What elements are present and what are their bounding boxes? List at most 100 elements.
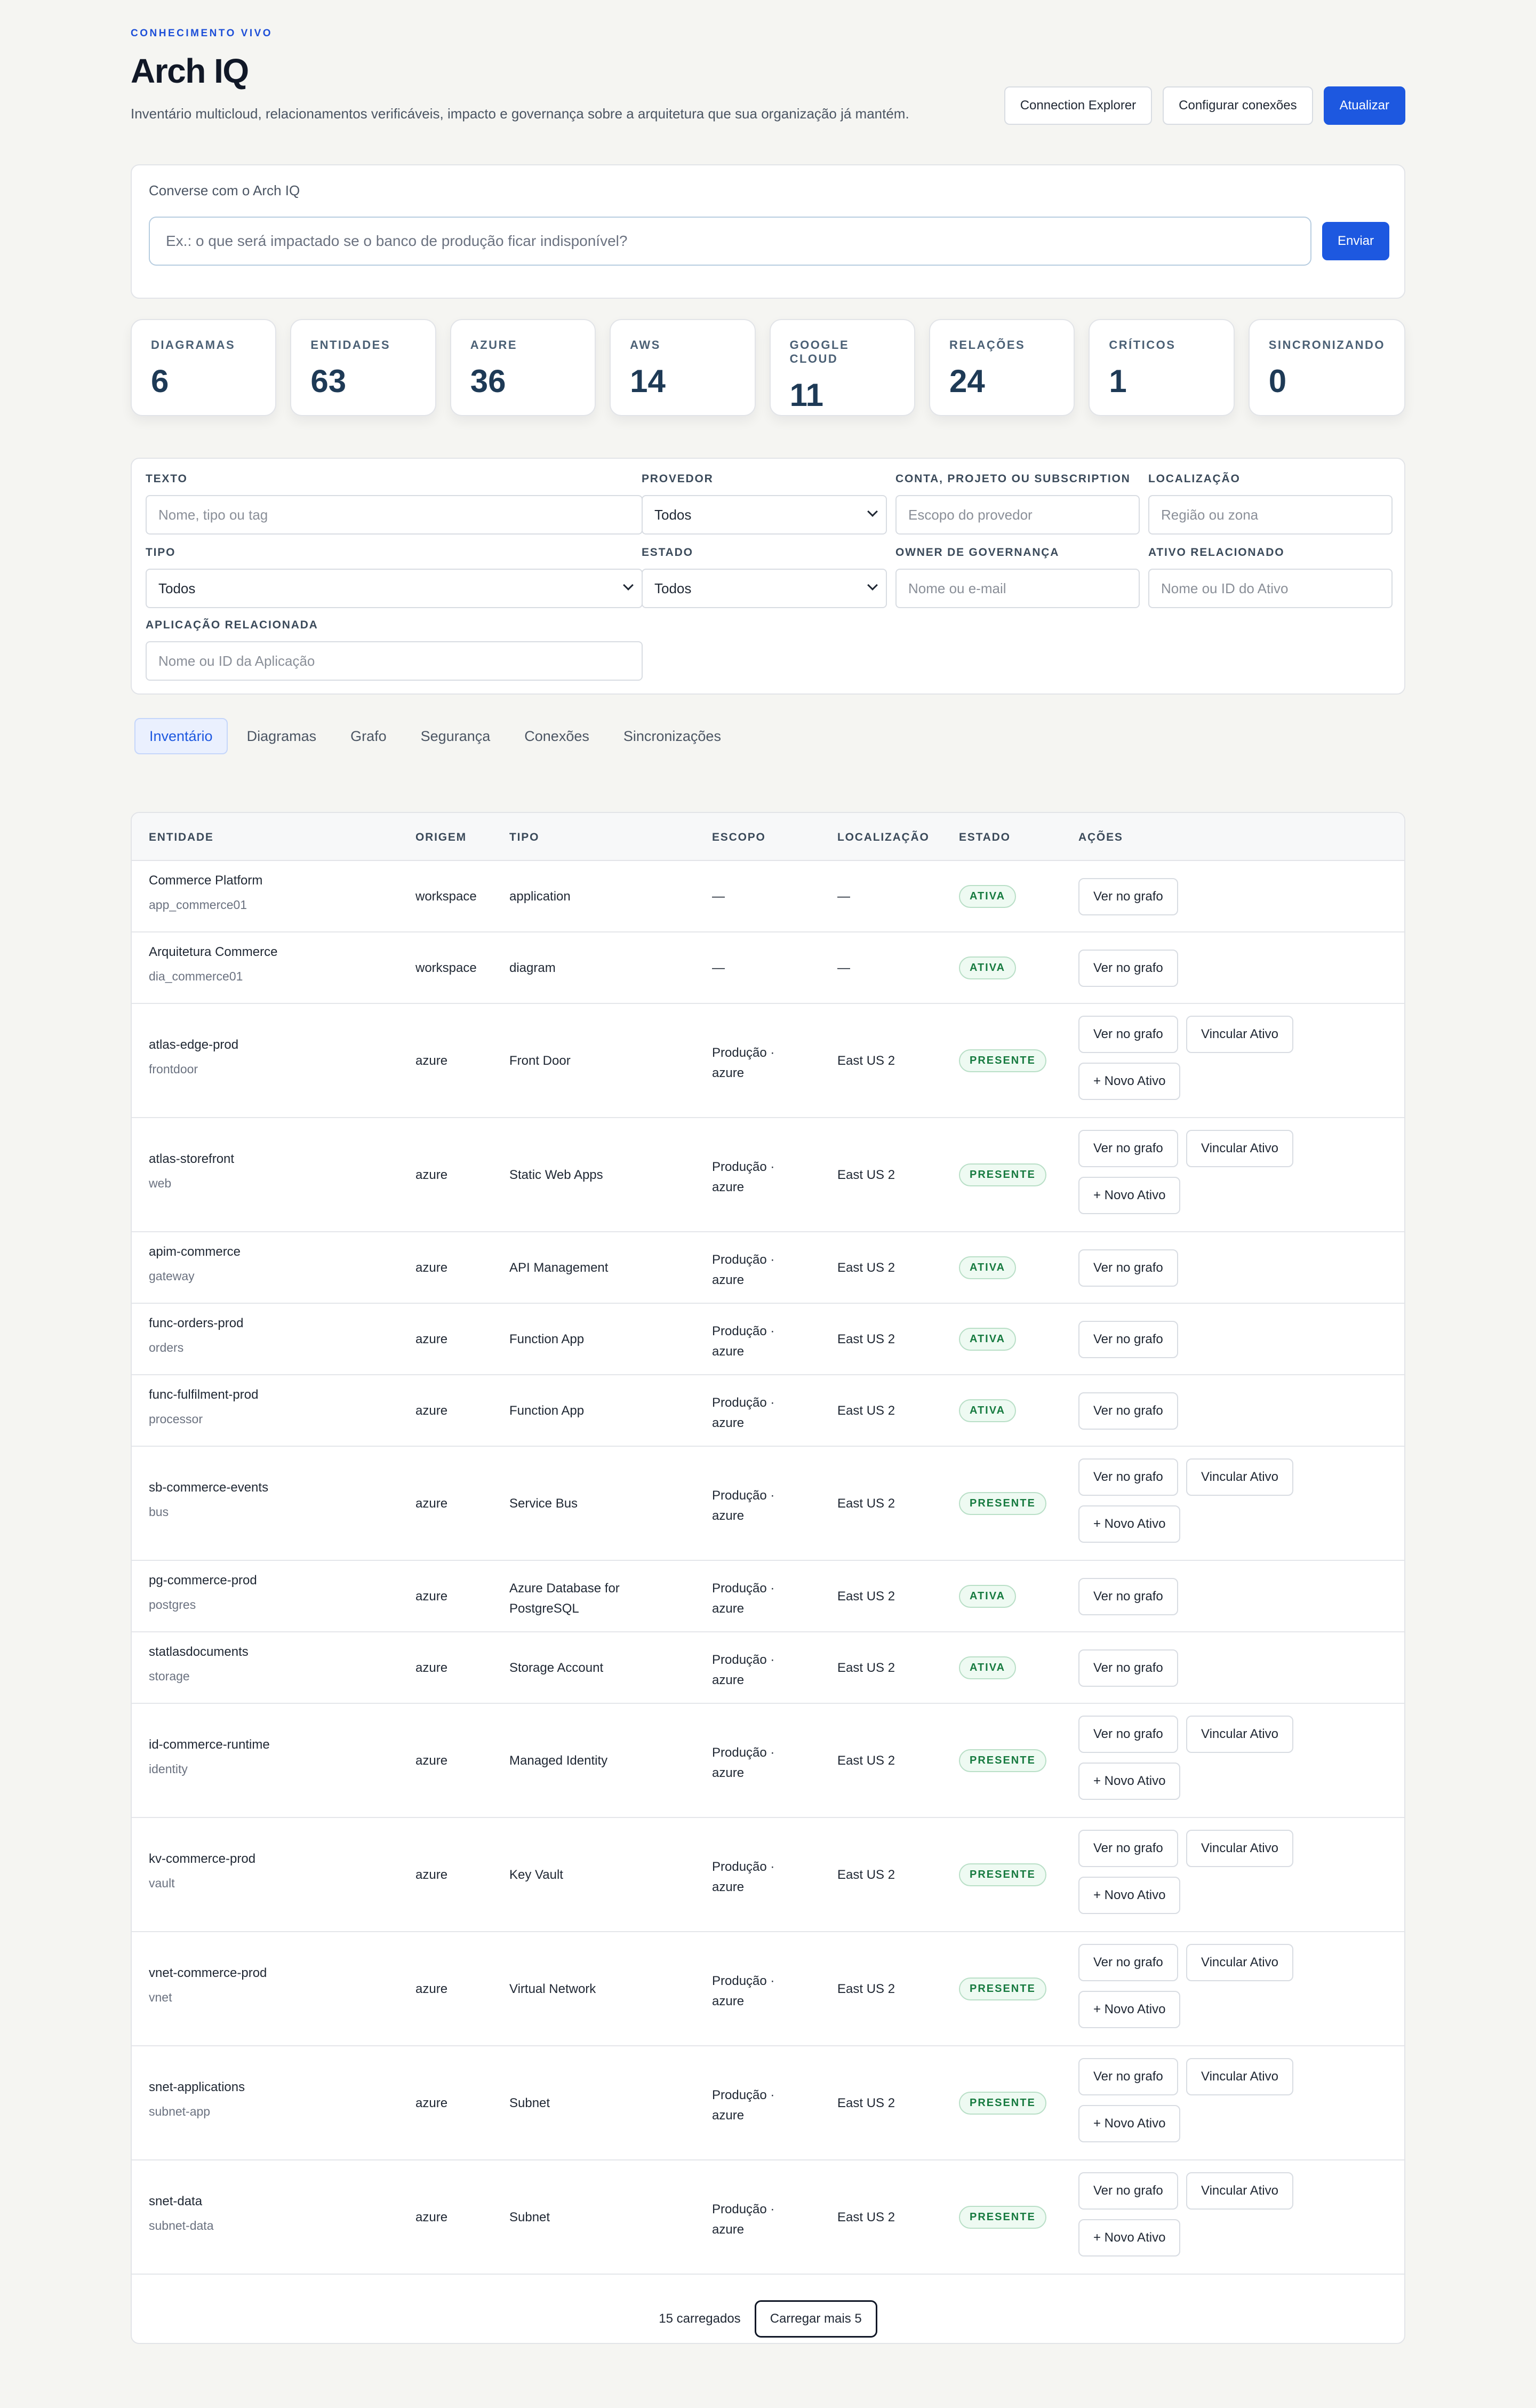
link-asset-button[interactable]: Vincular Ativo — [1186, 2172, 1293, 2210]
stat-label: CRÍTICOS — [1109, 338, 1176, 352]
link-asset-button[interactable]: Vincular Ativo — [1186, 1130, 1293, 1167]
view-in-graph-button[interactable]: Ver no grafo — [1078, 1830, 1178, 1867]
scope-cell: Produção · azure — [712, 1321, 774, 1362]
type-cell: Managed Identity — [509, 1753, 608, 1768]
state-cell: PRESENTE — [959, 1049, 1046, 1072]
tab-sincronizacoes[interactable]: Sincronizações — [609, 718, 736, 754]
location-cell: East US 2 — [837, 1332, 895, 1346]
header-actions: Connection Explorer Configurar conexões … — [1004, 86, 1405, 125]
page-title: Arch IQ — [131, 52, 249, 90]
entity-id: bus — [149, 1505, 169, 1519]
view-in-graph-button[interactable]: Ver no grafo — [1078, 1249, 1178, 1287]
location-cell: East US 2 — [837, 1661, 895, 1675]
view-in-graph-button[interactable]: Ver no grafo — [1078, 1944, 1178, 1981]
stat-label: AWS — [630, 338, 661, 352]
inventory-table: ENTIDADE ORIGEM TIPO ESCOPO LOCALIZAÇÃO … — [131, 812, 1405, 2344]
type-cell: application — [509, 889, 571, 904]
view-in-graph-button[interactable]: Ver no grafo — [1078, 1649, 1178, 1687]
filter-provider-select[interactable]: Todos — [642, 495, 887, 535]
status-badge: PRESENTE — [959, 1049, 1046, 1072]
scope-line-1: Produção · — [712, 1974, 775, 1988]
link-asset-button[interactable]: Vincular Ativo — [1186, 1830, 1293, 1867]
filter-application-input[interactable] — [146, 641, 643, 681]
view-in-graph-button[interactable]: Ver no grafo — [1078, 878, 1178, 915]
new-asset-button[interactable]: + Novo Ativo — [1078, 1063, 1181, 1100]
new-asset-button[interactable]: + Novo Ativo — [1078, 1505, 1181, 1543]
configure-connections-button[interactable]: Configurar conexões — [1163, 86, 1313, 125]
view-in-graph-button[interactable]: Ver no grafo — [1078, 1716, 1178, 1753]
tab-grafo[interactable]: Grafo — [335, 718, 402, 754]
entity-cell: snet-data subnet-data — [149, 2194, 213, 2233]
stats-row: DIAGRAMAS 6 ENTIDADES 63 AZURE 36 AWS 14 GOOGLE … — [131, 319, 1406, 416]
view-in-graph-button[interactable]: Ver no grafo — [1078, 1321, 1178, 1358]
entity-id: storage — [149, 1669, 190, 1683]
filter-asset-input[interactable] — [1148, 569, 1393, 608]
connection-explorer-button[interactable]: Connection Explorer — [1004, 86, 1153, 125]
location-cell: East US 2 — [837, 1753, 895, 1768]
filter-type-select[interactable]: Todos — [146, 569, 643, 608]
tab-conexoes[interactable]: Conexões — [509, 718, 604, 754]
filter-asset-label: Ativo relacionado — [1148, 546, 1285, 559]
link-asset-button[interactable]: Vincular Ativo — [1186, 1016, 1293, 1053]
filter-state: Estado Todos — [642, 546, 887, 608]
tab-seguranca[interactable]: Segurança — [406, 718, 506, 754]
filter-account-input[interactable] — [895, 495, 1140, 535]
link-asset-button[interactable]: Vincular Ativo — [1186, 1944, 1293, 1981]
scope-cell: — — [712, 889, 725, 904]
status-badge: PRESENTE — [959, 2092, 1046, 2115]
entity-id: processor — [149, 1412, 203, 1426]
filter-owner-input[interactable] — [895, 569, 1140, 608]
new-asset-button[interactable]: + Novo Ativo — [1078, 2219, 1181, 2256]
filter-text-input[interactable] — [146, 495, 643, 535]
link-asset-button[interactable]: Vincular Ativo — [1186, 1458, 1293, 1496]
entity-cell: pg-commerce-prod postgres — [149, 1573, 257, 1612]
link-asset-button[interactable]: Vincular Ativo — [1186, 2058, 1293, 2095]
new-asset-button[interactable]: + Novo Ativo — [1078, 1877, 1181, 1914]
view-in-graph-button[interactable]: Ver no grafo — [1078, 2058, 1178, 2095]
load-more-button[interactable]: Carregar mais 5 — [754, 2300, 877, 2338]
state-cell: ATIVA — [959, 1399, 1017, 1422]
table-row: vnet-commerce-prod vnet azure Virtual Netwo… — [132, 1932, 1404, 2046]
entity-name: statlasdocuments — [149, 1645, 249, 1659]
status-badge: PRESENTE — [959, 1492, 1046, 1515]
tab-diagramas[interactable]: Diagramas — [232, 718, 332, 754]
entity-name: id-commerce-runtime — [149, 1737, 270, 1752]
origin-cell: azure — [415, 2096, 448, 2110]
chat-input[interactable] — [149, 217, 1311, 266]
entity-cell: statlasdocuments storage — [149, 1645, 249, 1684]
entity-name: Arquitetura Commerce — [149, 945, 278, 959]
view-in-graph-button[interactable]: Ver no grafo — [1078, 1392, 1178, 1430]
entity-name: snet-applications — [149, 2080, 245, 2094]
new-asset-button[interactable]: + Novo Ativo — [1078, 2105, 1181, 2142]
view-in-graph-button[interactable]: Ver no grafo — [1078, 1016, 1178, 1053]
location-cell: — — [837, 961, 850, 975]
table-row: pg-commerce-prod postgres azure Azure Datab… — [132, 1561, 1404, 1632]
view-in-graph-button[interactable]: Ver no grafo — [1078, 2172, 1178, 2210]
status-badge: ATIVA — [959, 1585, 1017, 1608]
stat-value: 63 — [310, 363, 347, 399]
new-asset-button[interactable]: + Novo Ativo — [1078, 1763, 1181, 1800]
view-in-graph-button[interactable]: Ver no grafo — [1078, 1130, 1178, 1167]
link-asset-button[interactable]: Vincular Ativo — [1186, 1716, 1293, 1753]
view-in-graph-button[interactable]: Ver no grafo — [1078, 950, 1178, 987]
stat-card: DIAGRAMAS 6 — [131, 319, 277, 416]
entity-name: apim-commerce — [149, 1245, 241, 1259]
refresh-button[interactable]: Atualizar — [1323, 86, 1405, 125]
entity-id: postgres — [149, 1598, 196, 1612]
new-asset-button[interactable]: + Novo Ativo — [1078, 1991, 1181, 2028]
scope-line-1: Produção · — [712, 1253, 775, 1267]
view-in-graph-button[interactable]: Ver no grafo — [1078, 1458, 1178, 1496]
filter-account-label: Conta, projeto ou subscription — [895, 473, 1131, 485]
view-in-graph-button[interactable]: Ver no grafo — [1078, 1578, 1178, 1615]
send-button[interactable]: Enviar — [1322, 222, 1389, 260]
new-asset-button[interactable]: + Novo Ativo — [1078, 1177, 1181, 1214]
type-cell: Function App — [509, 1404, 585, 1418]
filter-state-select[interactable]: Todos — [642, 569, 887, 608]
filter-location-input[interactable] — [1148, 495, 1393, 535]
tab-inventario[interactable]: Inventário — [134, 718, 228, 754]
stat-card: RELAÇÕES 24 — [929, 319, 1075, 416]
scope-cell: Produção · azure — [712, 1650, 774, 1691]
filter-location-label: Localização — [1148, 473, 1241, 485]
entity-name: func-fulfilment-prod — [149, 1388, 259, 1402]
stat-label: GOOGLE CLOUD — [789, 338, 850, 365]
